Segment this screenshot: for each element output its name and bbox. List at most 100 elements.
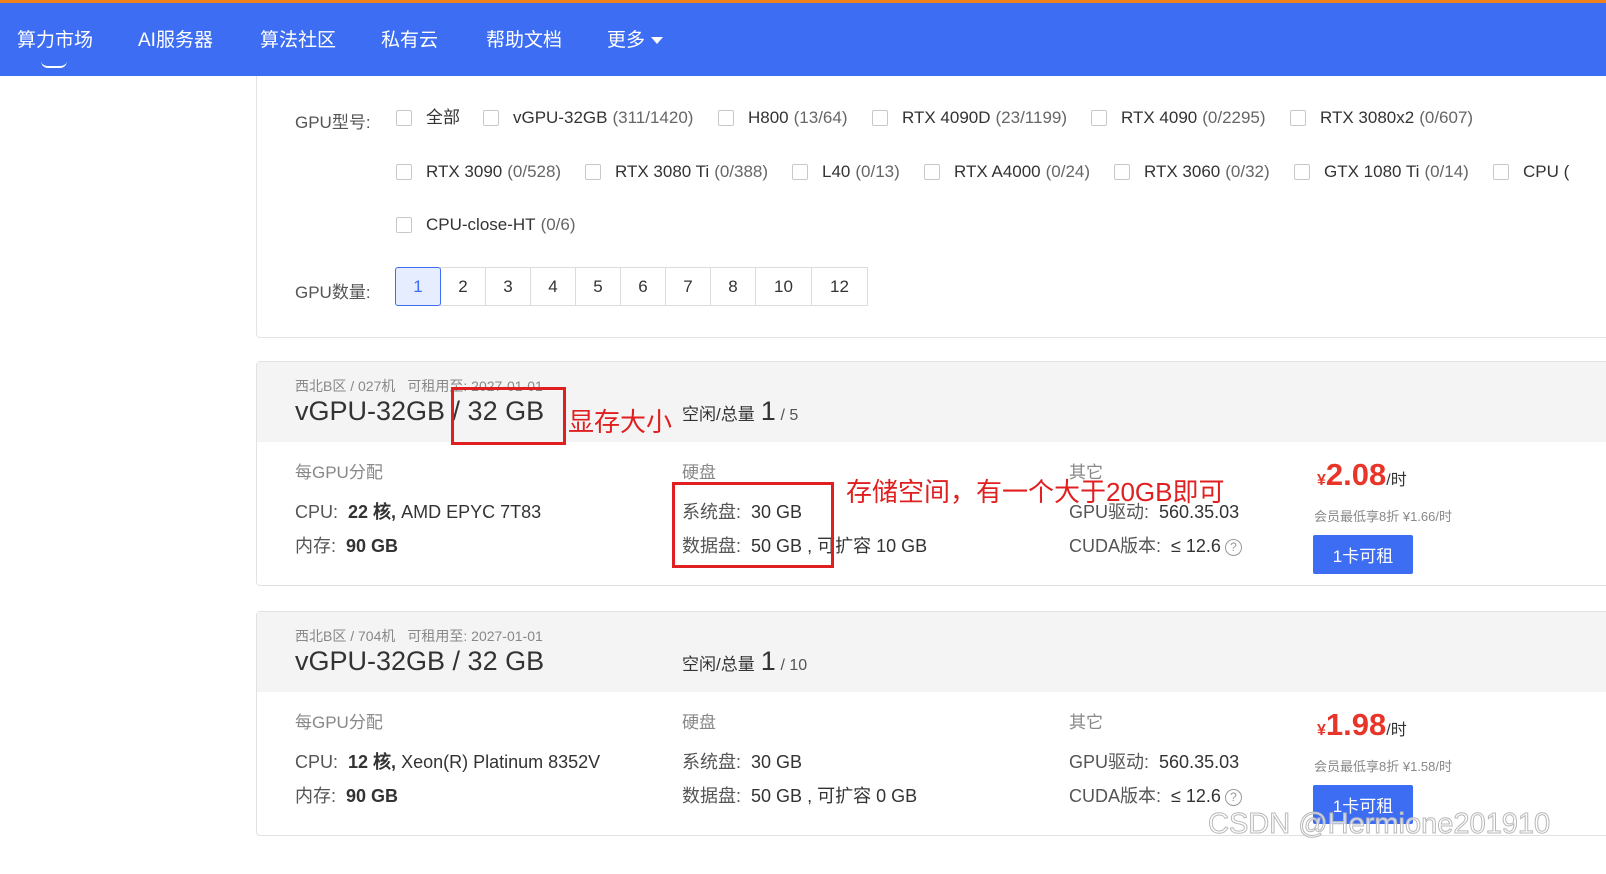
nav-item-compute-market[interactable]: 算力市场 (17, 29, 93, 53)
data-disk-key: 数据盘: (682, 786, 742, 806)
checkbox-box[interactable] (396, 110, 412, 126)
gpu-model-checkbox-1080ti[interactable]: GTX 1080 Ti (0/14) (1294, 162, 1469, 182)
question-icon[interactable]: ? (1224, 788, 1242, 806)
avail-label: 空闲/总量 (682, 655, 755, 674)
gpu-model-checkbox-h800[interactable]: H800 (13/64) (718, 108, 848, 128)
gpu-count-option-8[interactable]: 8 (710, 267, 756, 306)
checkbox-box[interactable] (585, 164, 601, 180)
mem-value: 90 GB (346, 786, 399, 806)
caret-down-icon (651, 37, 664, 45)
gpu-model-count: (0/6) (540, 215, 576, 234)
gpu-model-count: (311/1420) (612, 108, 694, 127)
checkbox-box[interactable] (396, 164, 412, 180)
checkbox-box[interactable] (718, 110, 734, 126)
gpu-model-checkbox-a4000[interactable]: RTX A4000 (0/24) (924, 162, 1090, 182)
nav-item-private-cloud[interactable]: 私有云 (381, 29, 438, 53)
driver-key: GPU驱动: (1069, 752, 1150, 772)
gpu-count-option-4[interactable]: 4 (530, 267, 576, 306)
gpu-model-checkbox-l40[interactable]: L40 (0/13) (792, 162, 900, 182)
gpu-model-checkbox-cpu[interactable]: CPU ( (1493, 162, 1569, 182)
gpu-count-option-2[interactable]: 2 (440, 267, 486, 306)
gpu-count-option-12[interactable]: 12 (811, 267, 868, 306)
cpu-cores: 22 核, (348, 502, 397, 522)
cuda-value: ≤ 12.6 (1171, 786, 1221, 806)
gpu-model-name: vGPU-32GB (513, 108, 608, 127)
checkbox-box[interactable] (872, 110, 888, 126)
nav-item-algorithm-community[interactable]: 算法社区 (260, 29, 336, 53)
gpu-model-checkbox-3060[interactable]: RTX 3060 (0/32) (1114, 162, 1270, 182)
nav-item-help-docs[interactable]: 帮助文档 (486, 29, 562, 53)
annotation-box-storage (672, 482, 834, 568)
gpu-count-option-5[interactable]: 5 (575, 267, 621, 306)
nav-item-ai-server[interactable]: AI服务器 (138, 29, 213, 53)
gpu-model-checkbox-3080x2[interactable]: RTX 3080x2 (0/607) (1290, 108, 1473, 128)
checkbox-box[interactable] (1114, 164, 1130, 180)
avail-total: / 10 (780, 657, 808, 674)
card-availability: 空闲/总量 1 / 5 (682, 396, 798, 427)
gpu-model-count: (0/24) (1045, 162, 1091, 181)
card-availability: 空闲/总量 1 / 10 (682, 646, 807, 677)
gpu-model-count: (0/607) (1419, 108, 1474, 127)
data-disk-line: 数据盘: 50 GB , 可扩容 0 GB (682, 782, 917, 808)
price-value: 2.08 (1325, 457, 1387, 492)
annotation-vram: 显存大小 (568, 407, 673, 437)
gpu-model-name: CPU ( (1523, 162, 1570, 181)
disk-label: 硬盘 (682, 713, 716, 732)
disk-label: 硬盘 (682, 463, 716, 482)
driver-value: 560.35.03 (1159, 752, 1240, 772)
question-icon[interactable]: ? (1224, 538, 1242, 556)
cpu-cores: 12 核, (348, 752, 397, 772)
checkbox-box[interactable] (396, 217, 412, 233)
gpu-model-checkbox-4090[interactable]: RTX 4090 (0/2295) (1091, 108, 1266, 128)
nav-item-more[interactable]: 更多 (607, 29, 664, 53)
alloc-label: 每GPU分配 (295, 713, 383, 732)
checkbox-box[interactable] (1294, 164, 1310, 180)
cpu-model: Xeon(R) Platinum 8352V (401, 752, 601, 772)
checkbox-box[interactable] (792, 164, 808, 180)
gpu-model-name: RTX 3080 Ti (615, 162, 710, 181)
gpu-count-label: GPU数量: (295, 283, 371, 302)
gpu-count-option-3[interactable]: 3 (485, 267, 531, 306)
cpu-key: CPU: (295, 502, 339, 522)
system-disk-line: 系统盘: 30 GB (682, 748, 802, 774)
gpu-count-option-1[interactable]: 1 (395, 267, 441, 306)
gpu-model-count: (0/14) (1424, 162, 1469, 181)
checkbox-box[interactable] (483, 110, 499, 126)
gpu-count-option-6[interactable]: 6 (620, 267, 666, 306)
gpu-model-name: GTX 1080 Ti (1324, 162, 1420, 181)
card-rent-until: 可租用至: 2027-01-01 (407, 628, 543, 644)
cuda-line: CUDA版本: ≤ 12.6? (1069, 782, 1242, 808)
gpu-model-checkbox-vgpu32[interactable]: vGPU-32GB (311/1420) (483, 108, 693, 128)
gpu-model-label: GPU型号: (295, 113, 371, 132)
price-currency: ¥ (1317, 472, 1326, 489)
nav-more-label: 更多 (607, 30, 646, 51)
gpu-model-checkbox-cpu-close-ht[interactable]: CPU-close-HT (0/6) (396, 215, 576, 235)
gpu-model-checkbox-all[interactable]: 全部 (396, 108, 460, 128)
cuda-key: CUDA版本: (1069, 786, 1162, 806)
cuda-line: CUDA版本: ≤ 12.6? (1069, 532, 1242, 558)
checkbox-box[interactable] (1290, 110, 1306, 126)
driver-line: GPU驱动: 560.35.03 (1069, 748, 1239, 774)
gpu-model-checkbox-3080ti[interactable]: RTX 3080 Ti (0/388) (585, 162, 768, 182)
gpu-model-count: (0/2295) (1202, 108, 1266, 127)
cpu-line: CPU: 22 核, AMD EPYC 7T83 (295, 498, 541, 524)
avail-total: / 5 (780, 407, 799, 424)
gpu-model-count: (13/64) (793, 108, 848, 127)
checkbox-box[interactable] (924, 164, 940, 180)
price: ¥2.08/时 (1317, 457, 1407, 493)
gpu-count-option-7[interactable]: 7 (665, 267, 711, 306)
checkbox-box[interactable] (1493, 164, 1509, 180)
price: ¥1.98/时 (1317, 707, 1407, 743)
gpu-model-checkbox-4090d[interactable]: RTX 4090D (23/1199) (872, 108, 1067, 128)
data-disk-expand: , 可扩容 0 GB (807, 786, 918, 806)
checkbox-box[interactable] (1091, 110, 1107, 126)
annotation-box-vram (451, 387, 566, 445)
card-title: vGPU-32GB / 32 GB (295, 646, 545, 676)
gpu-count-option-10[interactable]: 10 (755, 267, 812, 306)
gpu-model-name: RTX 3090 (426, 162, 503, 181)
rent-button[interactable]: 1卡可租 (1313, 535, 1413, 574)
mem-key: 内存: (295, 536, 337, 556)
alloc-label: 每GPU分配 (295, 463, 383, 482)
cpu-model: AMD EPYC 7T83 (401, 502, 542, 522)
gpu-model-checkbox-3090[interactable]: RTX 3090 (0/528) (396, 162, 561, 182)
